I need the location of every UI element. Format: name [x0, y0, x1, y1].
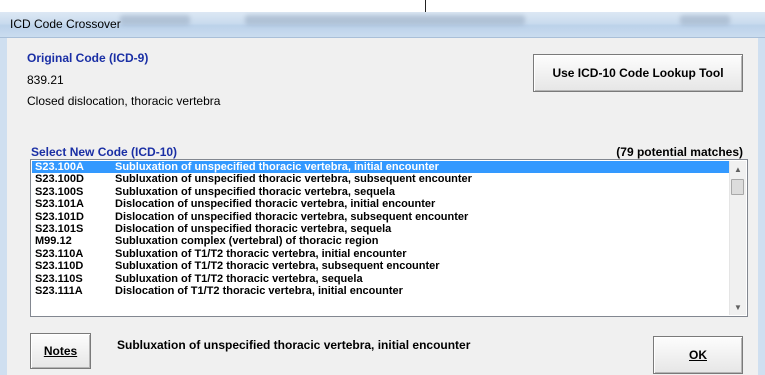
list-item-code: S23.100D — [35, 173, 84, 186]
list-item-description: Subluxation of unspecified thoracic vert… — [115, 173, 472, 186]
code-list-item[interactable]: S23.100D Subluxation of unspecified thora… — [32, 173, 729, 185]
code-list-item[interactable]: S23.111A Dislocation of T1/T2 thoracic ve… — [32, 285, 729, 297]
select-new-code-label: Select New Code (ICD-10) — [31, 145, 178, 159]
blurred-background-text — [120, 15, 190, 25]
list-item-description: Subluxation of T1/T2 thoracic vertebra, … — [115, 272, 363, 285]
list-item-description: Dislocation of unspecified thoracic vert… — [115, 222, 392, 235]
code-list-item[interactable]: M99.12 Subluxation complex (vertebral) of… — [32, 235, 729, 247]
list-item-description: Subluxation of T1/T2 thoracic vertebra, … — [115, 247, 407, 260]
code-list-item[interactable]: S23.110A Subluxation of T1/T2 thoracic ve… — [32, 248, 729, 260]
list-item-description: Dislocation of unspecified thoracic vert… — [115, 198, 436, 211]
scroll-up-arrow-icon[interactable]: ▲ — [730, 161, 746, 177]
list-item-code: S23.100S — [35, 185, 84, 198]
listbox-scrollbar[interactable]: ▲ ▼ — [729, 161, 746, 315]
list-item-code: S23.111A — [35, 284, 83, 297]
original-code-description: Closed dislocation, thoracic vertebra — [27, 94, 221, 108]
potential-matches-count: (79 potential matches) — [616, 145, 743, 159]
list-item-code: S23.110A — [35, 247, 84, 260]
list-item-description: Subluxation of T1/T2 thoracic vertebra, … — [115, 260, 440, 273]
list-item-code: S23.110D — [35, 260, 84, 273]
code-list-item[interactable]: S23.101S Dislocation of unspecified thora… — [32, 223, 729, 235]
code-list-item[interactable]: S23.101D Dislocation of unspecified thora… — [32, 211, 729, 223]
list-item-description: Subluxation of unspecified thoracic vert… — [115, 185, 395, 198]
list-item-code: S23.101S — [35, 222, 84, 235]
scroll-down-arrow-icon[interactable]: ▼ — [730, 299, 746, 315]
ok-button[interactable]: OK — [653, 336, 743, 374]
notes-button[interactable]: Notes — [30, 333, 91, 369]
blurred-background-text — [680, 15, 730, 25]
list-item-code: S23.101D — [35, 210, 84, 223]
selected-code-description: Subluxation of unspecified thoracic vert… — [117, 338, 471, 352]
code-list-item[interactable]: S23.110D Subluxation of T1/T2 thoracic ve… — [32, 260, 729, 272]
list-item-description: Dislocation of unspecified thoracic vert… — [115, 210, 469, 223]
list-item-code: S23.100A — [35, 161, 84, 173]
original-code-label: Original Code (ICD-9) — [27, 51, 149, 65]
blurred-background-text — [245, 15, 525, 25]
code-list-item[interactable]: S23.110S Subluxation of T1/T2 thoracic ve… — [32, 273, 729, 285]
icd10-code-listbox[interactable]: S23.100A Subluxation of unspecified thora… — [30, 159, 748, 317]
icd10-lookup-button[interactable]: Use ICD-10 Code Lookup Tool — [533, 54, 743, 92]
window-title: ICD Code Crossover — [10, 17, 121, 31]
code-list-item[interactable]: S23.100S Subluxation of unspecified thora… — [32, 186, 729, 198]
list-item-description: Subluxation complex (vertebral) of thora… — [115, 235, 379, 248]
title-bar[interactable]: ICD Code Crossover — [0, 12, 765, 38]
original-code-value: 839.21 — [27, 73, 64, 87]
list-item-code: S23.101A — [35, 198, 84, 211]
listbox-rows: S23.100A Subluxation of unspecified thora… — [32, 161, 729, 315]
code-list-item[interactable]: S23.100A Subluxation of unspecified thora… — [32, 161, 729, 174]
list-item-code: S23.110S — [35, 272, 83, 285]
list-item-description: Subluxation of unspecified thoracic vert… — [115, 161, 439, 173]
scrollbar-thumb[interactable] — [731, 179, 744, 195]
list-item-code: M99.12 — [35, 235, 72, 248]
code-list-item[interactable]: S23.101A Dislocation of unspecified thora… — [32, 198, 729, 210]
list-item-description: Dislocation of T1/T2 thoracic vertebra, … — [115, 284, 403, 297]
icd-crossover-dialog: ICD Code Crossover Original Code (ICD-9)… — [0, 12, 765, 375]
